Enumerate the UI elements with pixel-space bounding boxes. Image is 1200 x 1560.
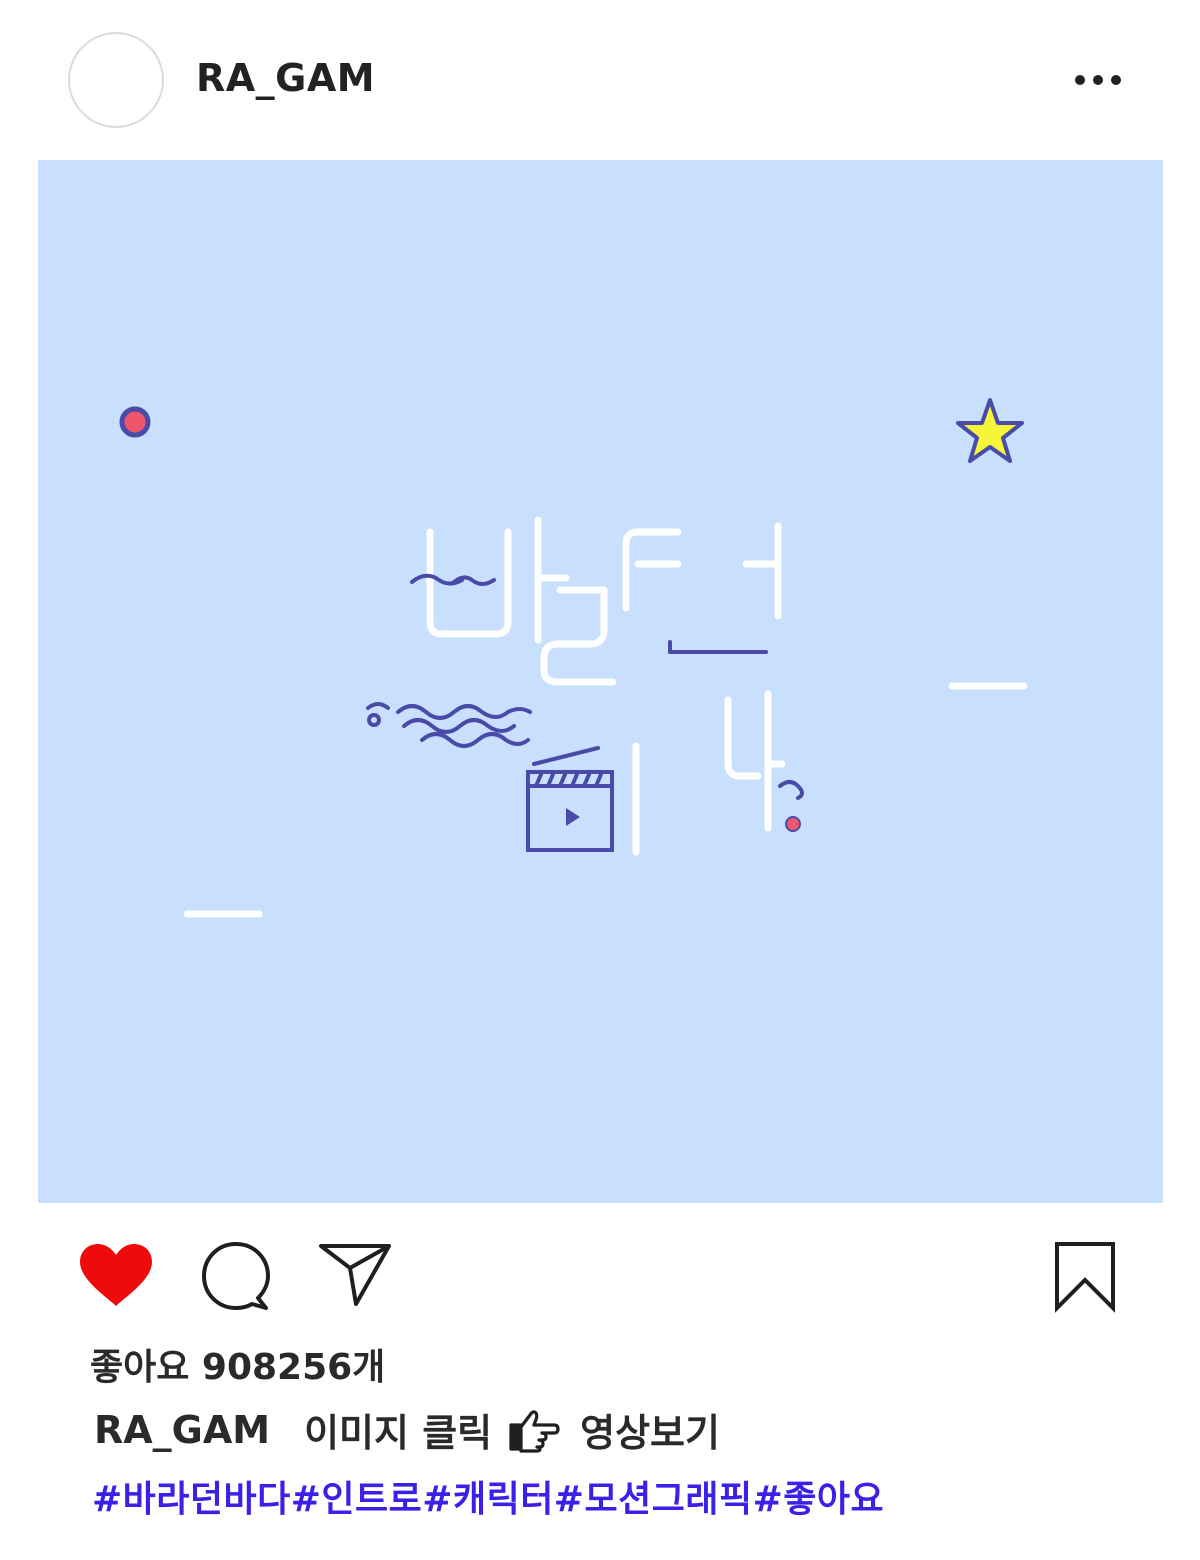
star-decoration: [956, 398, 1024, 463]
post-header: RA_GAM: [0, 0, 1200, 160]
caption-text-click-image: 이미지 클릭: [304, 1411, 493, 1455]
post-username[interactable]: RA_GAM: [196, 56, 375, 100]
more-dots-icon: [1075, 75, 1121, 85]
red-dot-decoration: [119, 406, 151, 438]
play-icon: [566, 808, 580, 826]
caption-text-watch-video: 영상보기: [580, 1411, 720, 1455]
pointing-hand-icon: [509, 1409, 560, 1453]
paper-plane-icon[interactable]: [318, 1242, 394, 1308]
post-image[interactable]: [38, 160, 1163, 1203]
caption-username[interactable]: RA_GAM: [94, 1408, 270, 1452]
comment-bubble-icon[interactable]: [200, 1242, 274, 1314]
post-action-bar: [0, 1230, 1200, 1320]
heart-icon[interactable]: [78, 1242, 154, 1308]
avatar[interactable]: [68, 32, 164, 128]
likes-count[interactable]: 좋아요 908256개: [90, 1338, 385, 1390]
caption: RA_GAM 이미지 클릭 영상보기: [94, 1402, 720, 1457]
post-artwork: [119, 398, 1028, 918]
more-options-button[interactable]: [1068, 62, 1128, 98]
hashtags[interactable]: #바라던바다#인트로#캐릭터#모션그래픽#좋아요: [92, 1470, 884, 1522]
logo-lettering: [426, 516, 786, 856]
red-dot-decoration: [785, 816, 801, 832]
bookmark-icon[interactable]: [1052, 1240, 1118, 1314]
